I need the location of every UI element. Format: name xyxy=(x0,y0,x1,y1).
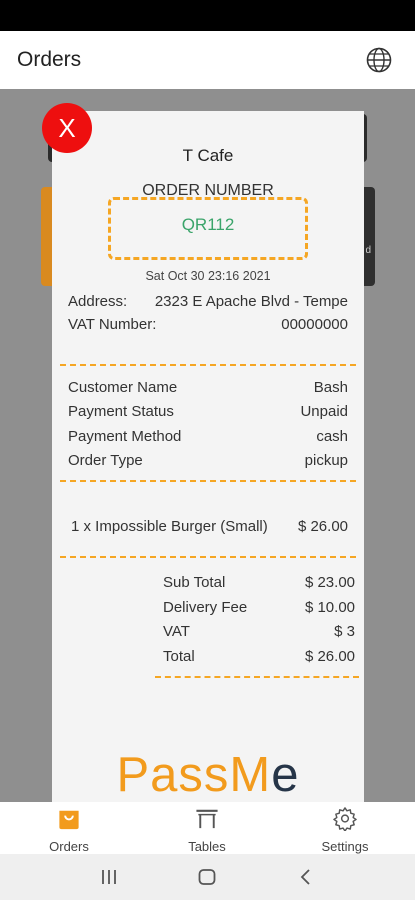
brand-logo: PassMe xyxy=(52,751,364,800)
detail-label: Payment Status xyxy=(68,403,174,420)
nav-label: Settings xyxy=(321,839,369,854)
item-price: $ 26.00 xyxy=(297,518,348,535)
summary-label: VAT xyxy=(163,623,190,640)
background-card-text: d xyxy=(365,245,371,256)
table-icon xyxy=(196,809,218,829)
dashed-divider xyxy=(60,480,356,482)
nav-item-settings[interactable]: Settings xyxy=(276,802,414,854)
detail-value: cash xyxy=(316,428,348,445)
nav-item-orders[interactable]: Orders xyxy=(0,802,138,854)
app-header: Orders xyxy=(0,31,415,89)
summary-label: Total xyxy=(163,648,195,665)
close-button[interactable]: X xyxy=(42,103,92,153)
bottom-navigation: Orders Tables Settings xyxy=(0,802,415,854)
dashed-divider xyxy=(155,676,359,678)
home-icon[interactable] xyxy=(197,868,217,886)
order-receipt: T Cafe ORDER NUMBER QR112 Sat Oct 30 23:… xyxy=(52,111,364,802)
detail-label: Order Type xyxy=(68,452,143,469)
brand-part: M xyxy=(229,748,272,802)
system-navigation-bar xyxy=(0,854,415,900)
detail-value: Bash xyxy=(313,379,348,396)
close-icon: X xyxy=(58,112,76,143)
detail-label: Customer Name xyxy=(68,379,178,396)
summary-value: $ 26.00 xyxy=(304,648,355,665)
status-bar xyxy=(0,0,415,31)
bag-icon xyxy=(59,810,79,830)
summary-value: $ 3 xyxy=(334,623,355,640)
recents-icon[interactable] xyxy=(99,868,119,886)
detail-value: Unpaid xyxy=(300,403,348,420)
address-value: 2323 E Apache Blvd - Tempe xyxy=(154,293,348,310)
detail-value: pickup xyxy=(304,452,348,469)
nav-label: Orders xyxy=(49,839,89,854)
summary-label: Sub Total xyxy=(163,574,226,591)
detail-label: Payment Method xyxy=(68,428,182,445)
back-icon[interactable] xyxy=(296,868,316,886)
gear-icon xyxy=(333,807,357,831)
order-date: Sat Oct 30 23:16 2021 xyxy=(145,269,271,283)
globe-icon[interactable] xyxy=(365,46,393,74)
address-label: Address: xyxy=(68,293,128,310)
brand-part: e xyxy=(271,748,300,802)
dashed-divider xyxy=(60,364,356,366)
summary-label: Delivery Fee xyxy=(163,599,248,616)
summary-value: $ 10.00 xyxy=(304,599,355,616)
nav-label: Tables xyxy=(188,839,226,854)
dashed-divider xyxy=(60,556,356,558)
summary-value: $ 23.00 xyxy=(304,574,355,591)
brand-part: Pass xyxy=(116,748,230,802)
order-number: QR112 xyxy=(181,215,235,234)
vat-number-value: 00000000 xyxy=(281,316,348,333)
page-title: Orders xyxy=(17,48,82,71)
nav-item-tables[interactable]: Tables xyxy=(138,802,276,854)
cafe-name: T Cafe xyxy=(182,146,234,165)
item-description: 1 x Impossible Burger (Small) xyxy=(71,518,268,535)
vat-number-label: VAT Number: xyxy=(68,316,157,333)
